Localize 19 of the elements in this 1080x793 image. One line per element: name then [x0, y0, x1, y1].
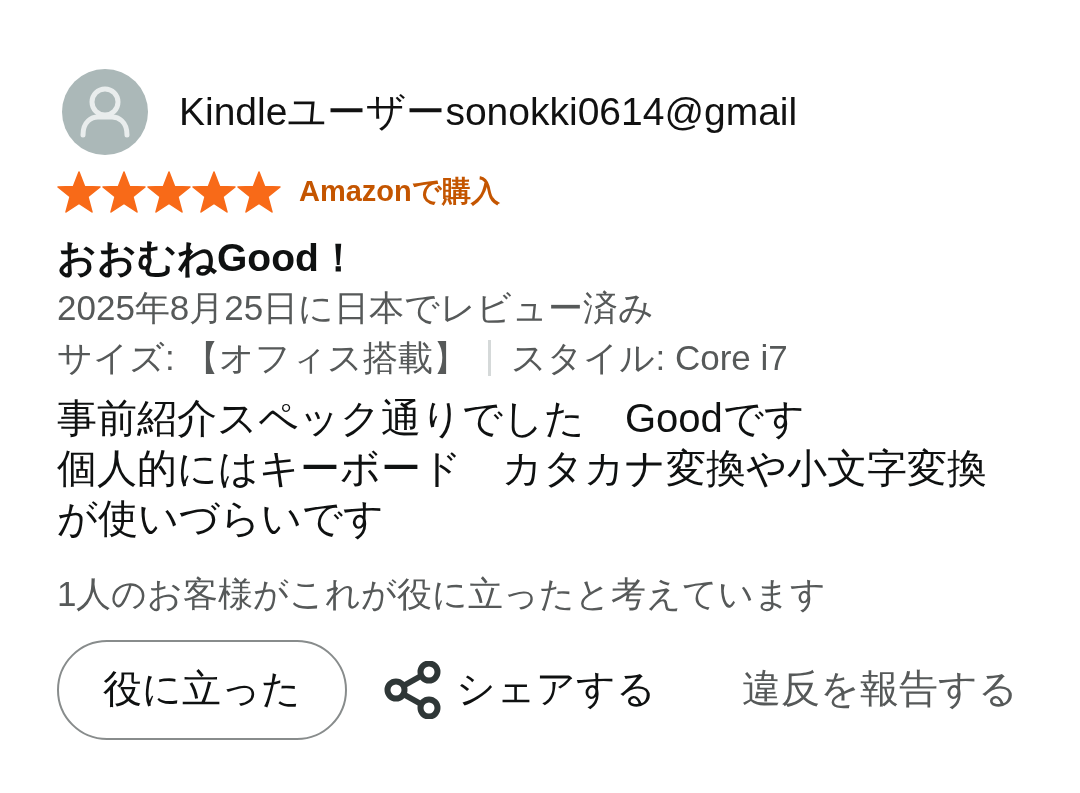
star-icon: [102, 170, 146, 213]
report-link[interactable]: 違反を報告する: [742, 660, 1018, 719]
product-variation: サイズ: 【オフィス搭載】: [57, 336, 469, 379]
star-icon: [147, 170, 191, 213]
review-date: 2025年8月25日に日本でレビュー済み: [57, 286, 655, 329]
review-paragraph: 個人的にはキーボード カタカナ変換や小文字変換が使いづらいです: [57, 444, 988, 542]
verified-purchase-label: Amazonで購入: [299, 174, 500, 209]
review-title: おおむねGood！: [57, 234, 358, 281]
helpful-button[interactable]: 役に立った: [57, 639, 347, 740]
star-icon: [192, 170, 236, 213]
share-button[interactable]: シェアする: [384, 660, 656, 719]
avatar-icon: [62, 69, 148, 155]
share-icon: [384, 660, 442, 719]
product-variation: スタイル: Core i7: [511, 336, 788, 379]
review-paragraph: 事前紹介スペック通りでした Goodです: [57, 394, 806, 442]
helpful-count: 1人のお客様がこれが役に立ったと考えています: [57, 572, 827, 615]
reviewer-name[interactable]: Kindleユーザーsonokki0614@gmail: [179, 89, 798, 135]
star-icon: [57, 170, 101, 213]
star-icon: [237, 170, 281, 213]
